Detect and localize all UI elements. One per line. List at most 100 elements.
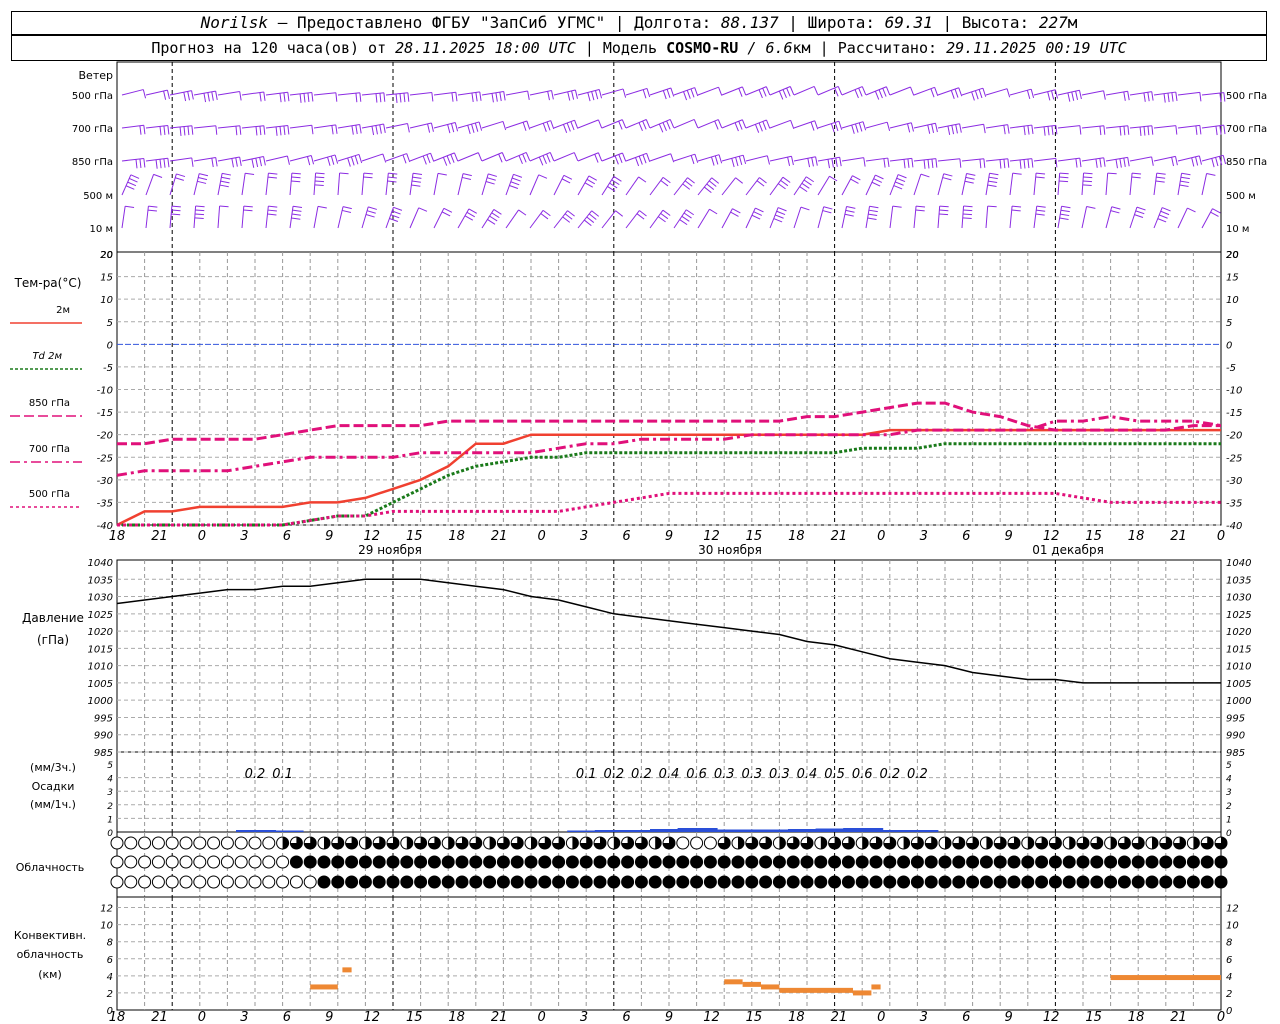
wind-barb-feather: [540, 213, 549, 220]
temp-tick-left: 10: [100, 295, 113, 306]
cloud-symbol-fill: [511, 876, 524, 888]
wind-barb-staff: [433, 208, 445, 229]
wind-barb-feather: [730, 211, 739, 217]
meteogram: 18 21 0 3 6 9 12 15 18 21 0 3 6 9 12 15 18 21 0 3 6 9 12 15 18 21…: [10, 61, 1267, 1024]
wind-barb-feather: [538, 156, 544, 166]
wind-barb-feather: [393, 206, 403, 211]
wind-barb-feather: [1199, 125, 1202, 135]
wind-barb-feather: [911, 158, 914, 168]
conv-cloud-bar: [724, 979, 743, 985]
cloud-symbol-fill: [621, 876, 634, 888]
wind-barb-feather: [895, 181, 904, 186]
time-axis-bottom-tick: 9: [1005, 1010, 1013, 1024]
cloud-symbol-fill: [1063, 856, 1076, 868]
precip-title: Осадки: [32, 780, 75, 793]
cloud-symbol: [124, 836, 138, 850]
wind-barb-feather: [503, 91, 506, 101]
wind-barb-feather: [462, 173, 472, 177]
wind-barb-feather: [542, 155, 547, 165]
wind-barb-feather: [670, 153, 675, 163]
wind-barb-feather: [239, 125, 242, 135]
wind-barb-feather: [307, 92, 310, 102]
time-axis-mid-tick: 9: [1005, 529, 1013, 544]
cloud-symbol-fill: [1021, 856, 1034, 868]
wind-barb-feather: [359, 124, 362, 134]
wind-barb-feather: [570, 121, 575, 131]
wind-barb-feather: [738, 156, 743, 166]
conv-tick-right: 8: [1226, 938, 1232, 949]
cloud-symbol: [193, 836, 207, 850]
wind-barb-feather: [930, 88, 935, 98]
temp-tick-left: -40: [97, 521, 113, 532]
wind-barb-staff: [817, 206, 825, 229]
temp-legend-label: 500 гПа: [29, 489, 70, 500]
wind-barb-feather: [690, 88, 695, 98]
wind-barb-feather: [947, 125, 951, 135]
wind-barb-feather: [597, 119, 603, 129]
cloud-symbol-fill: [1132, 856, 1145, 868]
wind-barb-feather: [622, 152, 627, 162]
cloud-symbol-fill: [676, 856, 689, 868]
wind-barb-staff: [121, 206, 126, 229]
wind-barb-feather: [920, 173, 930, 178]
wind-barb-feather: [858, 87, 863, 97]
wind-barb-feather: [1206, 172, 1216, 176]
cloud-symbol-fill: [1049, 856, 1062, 868]
cloud-symbol-fill: [607, 856, 620, 868]
wind-barb-feather: [773, 218, 783, 223]
time-axis-mid-tick: 18: [788, 529, 805, 544]
wind-barb-feather: [311, 125, 314, 135]
wind-barb-feather: [547, 91, 550, 101]
press-tick-left: 1040: [88, 558, 113, 569]
wind-barb-feather: [810, 121, 815, 131]
precip-tick-left: 3: [107, 788, 113, 798]
conv-tick-left: 8: [107, 938, 113, 949]
wind-barb-feather: [827, 159, 831, 169]
conv-tick-left: 10: [100, 921, 113, 932]
wind-barb-feather: [203, 93, 207, 103]
wind-barb-feather: [869, 205, 879, 209]
time-axis-bottom-tick: 12: [363, 1010, 380, 1024]
wind-barb-feather: [927, 124, 931, 134]
conv-tick-left: 6: [107, 955, 113, 966]
time-axis-mid-tick: 18: [1128, 529, 1145, 544]
wind-barb-feather: [259, 157, 262, 167]
temp-tick-right: 0: [1226, 340, 1232, 351]
press-tick-left: 995: [94, 713, 113, 724]
cloud-symbol-fill: [1152, 837, 1158, 849]
cloud-symbol-fill: [304, 856, 317, 868]
wind-barb-feather: [789, 86, 795, 95]
wind-barb-feather: [139, 158, 142, 168]
conv-tick-left: 2: [107, 989, 113, 1000]
wind-barb-feather: [751, 214, 761, 220]
wind-barb-feather: [1127, 91, 1130, 101]
wind-barb-feather: [1175, 91, 1178, 102]
wind-barbs: [121, 85, 1227, 229]
wind-barb-feather: [426, 154, 431, 164]
cloud-symbol: [179, 875, 193, 889]
cloud-symbol-fill: [704, 856, 717, 868]
wind-barb-feather: [239, 156, 242, 166]
wind-barb-feather: [379, 124, 382, 134]
wind-barb-feather: [511, 177, 521, 182]
cloud-symbol-fill: [773, 876, 786, 888]
wind-barb-feather: [462, 176, 472, 180]
time-axis-mid-tick: 15: [1085, 529, 1102, 544]
time-axis-mid-tick: 6: [962, 529, 970, 544]
wind-barb-staff: [841, 206, 848, 229]
cloud-symbol: [179, 855, 193, 869]
cloud-symbol-fill: [400, 856, 413, 868]
wind-barb-feather: [753, 211, 763, 216]
wind-barb-feather: [1180, 176, 1190, 180]
wind-barb-feather: [863, 157, 866, 167]
wind-barb-feather: [198, 176, 208, 181]
wind-barb-feather: [171, 205, 181, 208]
wind-barb-feather: [1036, 205, 1046, 208]
wind-barb-feather: [546, 153, 551, 163]
cloud-symbol-fill: [897, 876, 910, 888]
cloud-symbol-fill: [318, 856, 330, 868]
wind-barb-feather: [1187, 207, 1196, 213]
wind-barb-feather: [658, 123, 664, 133]
conv-unit: (км): [38, 968, 62, 981]
wind-barb-staff: [361, 153, 384, 162]
